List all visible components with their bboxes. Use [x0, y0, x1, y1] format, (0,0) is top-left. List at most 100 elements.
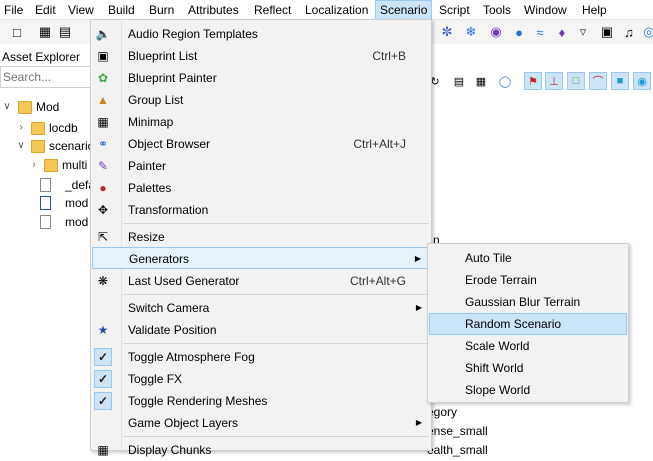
chevron-right-icon[interactable]: ›: [16, 118, 26, 138]
asset-search-input[interactable]: [0, 66, 92, 88]
menu-file[interactable]: File: [0, 0, 27, 20]
database-icon[interactable]: ◯: [496, 72, 514, 90]
menu-item-minimap[interactable]: ▦ Minimap: [92, 111, 430, 133]
resize-icon: ⇱: [97, 230, 109, 244]
menu-edit[interactable]: Edit: [31, 0, 60, 20]
submenu-arrow-icon: ▶: [415, 418, 422, 427]
tree-item-label: multi: [62, 158, 88, 172]
wave-icon[interactable]: ≈: [531, 23, 549, 41]
menu-item-audio-region-templates[interactable]: 🔈 Audio Region Templates: [92, 23, 430, 45]
overflow-icon[interactable]: ▿: [574, 23, 592, 41]
menu-view[interactable]: View: [64, 0, 98, 20]
submenu-item-gaussian-blur-terrain[interactable]: Gaussian Blur Terrain: [429, 291, 627, 313]
menu-item-shortcut: Ctrl+Alt+G: [349, 274, 406, 288]
scenario-menu: 🔈 Audio Region Templates ▣ Blueprint Lis…: [90, 19, 432, 457]
menu-item-toggle-atmosphere-fog[interactable]: ✓ Toggle Atmosphere Fog: [92, 346, 430, 368]
menu-item-group-list[interactable]: ▲ Group List: [92, 89, 430, 111]
chevron-right-icon[interactable]: ›: [29, 155, 39, 175]
menu-item-shortcut: Ctrl+B: [372, 49, 406, 63]
menu-attributes[interactable]: Attributes: [184, 0, 243, 20]
menu-reflect[interactable]: Reflect: [250, 0, 295, 20]
menu-item-label: Object Browser: [128, 137, 211, 151]
menu-scenario[interactable]: Scenario: [375, 0, 433, 20]
tree-item-label: scenario: [49, 139, 95, 153]
menu-item-resize[interactable]: ⇱ Resize: [92, 226, 430, 248]
group-icon: ▲: [97, 93, 109, 107]
menu-item-label: Switch Camera: [128, 301, 210, 315]
chevron-down-icon[interactable]: ∨: [16, 136, 26, 156]
submenu-item-auto-tile[interactable]: Auto Tile: [429, 247, 627, 269]
menu-separator: [123, 436, 429, 437]
globe-icon[interactable]: ◎: [640, 23, 653, 41]
axis-icon[interactable]: ⊥: [545, 72, 563, 90]
menu-item-object-browser[interactable]: ⚭ Object Browser Ctrl+Alt+J: [92, 133, 430, 155]
menu-item-validate-position[interactable]: ★ Validate Position: [92, 319, 430, 341]
background-list-item: ense_small: [427, 424, 488, 438]
shield-icon[interactable]: ◉: [487, 23, 505, 41]
brush-icon: ✎: [97, 159, 109, 173]
menu-item-transformation[interactable]: ✥ Transformation: [92, 199, 430, 221]
menu-separator: [123, 223, 429, 224]
menu-window[interactable]: Window: [520, 0, 571, 20]
menu-item-label: Transformation: [128, 203, 209, 217]
menu-script[interactable]: Script: [435, 0, 474, 20]
menu-item-blueprint-painter[interactable]: ✿ Blueprint Painter: [92, 67, 430, 89]
arc-icon[interactable]: ⌒: [589, 72, 607, 90]
save-as-icon[interactable]: ▦: [472, 72, 490, 90]
submenu-item-erode-terrain[interactable]: Erode Terrain: [429, 269, 627, 291]
menu-item-last-used-generator[interactable]: ❋ Last Used Generator Ctrl+Alt+G: [92, 270, 430, 292]
edit-file-icon: [40, 196, 51, 210]
wand-icon[interactable]: ✼: [438, 23, 456, 41]
submenu-item-slope-world[interactable]: Slope World: [429, 379, 627, 401]
submenu-item-random-scenario[interactable]: Random Scenario: [429, 313, 627, 335]
cube-outline-icon[interactable]: □: [567, 72, 585, 90]
binoculars-icon: ⚭: [97, 137, 109, 151]
eye-icon[interactable]: ◉: [633, 72, 651, 90]
chevron-down-icon[interactable]: ∨: [2, 97, 12, 117]
menu-item-label: Group List: [128, 93, 184, 107]
flag-icon[interactable]: ⚑: [524, 72, 542, 90]
grid-icon: ▦: [97, 443, 109, 457]
menu-item-game-object-layers[interactable]: Game Object Layers ▶: [92, 412, 430, 434]
menu-burn[interactable]: Burn: [145, 0, 178, 20]
menu-bar: File Edit View Build Burn Attributes Ref…: [0, 0, 653, 20]
screenshot-icon[interactable]: ▣: [598, 23, 616, 41]
cube-icon[interactable]: ■: [611, 72, 629, 90]
menu-item-label: Toggle Atmosphere Fog: [128, 350, 255, 364]
menu-separator: [123, 343, 429, 344]
window-icon[interactable]: □: [8, 23, 26, 41]
menu-item-generators[interactable]: Generators ▶: [92, 247, 430, 269]
menu-item-blueprint-list[interactable]: ▣ Blueprint List Ctrl+B: [92, 45, 430, 67]
menu-tools[interactable]: Tools: [479, 0, 515, 20]
validate-icon: ★: [97, 323, 109, 337]
drop-icon[interactable]: ●: [510, 23, 528, 41]
menu-item-display-chunks[interactable]: ▦ Display Chunks: [92, 439, 430, 461]
tree-item-label: mod: [65, 215, 89, 229]
menu-item-switch-camera[interactable]: Switch Camera ▶: [92, 297, 430, 319]
submenu-item-shift-world[interactable]: Shift World: [429, 357, 627, 379]
menu-item-label: Display Chunks: [128, 443, 212, 457]
folder-icon: [31, 140, 45, 153]
save-icon[interactable]: ▤: [450, 72, 468, 90]
menu-item-toggle-fx[interactable]: ✓ Toggle FX: [92, 368, 430, 390]
menu-localization[interactable]: Localization: [301, 0, 372, 20]
menu-help[interactable]: Help: [578, 0, 611, 20]
path-icon[interactable]: ♦: [553, 23, 571, 41]
tree-item-label: mod: [65, 196, 89, 210]
move-icon: ✥: [97, 203, 109, 217]
submenu-item-scale-world[interactable]: Scale World: [429, 335, 627, 357]
snowflake-icon[interactable]: ❄: [462, 23, 480, 41]
submenu-arrow-icon: ▶: [415, 303, 422, 312]
image-icon[interactable]: ▦: [36, 23, 54, 41]
menu-item-toggle-rendering-meshes[interactable]: ✓ Toggle Rendering Meshes: [92, 390, 430, 412]
sound-icon[interactable]: ♫: [620, 23, 638, 41]
editor-toolbar: ↻ ▤ ▦ ◯ ⚑ ⊥ □ ⌒ ■ ◉: [430, 71, 653, 93]
menu-item-palettes[interactable]: ● Palettes: [92, 177, 430, 199]
menu-item-label: Validate Position: [128, 323, 217, 337]
file-icon: [40, 215, 51, 229]
menu-item-label: Toggle FX: [128, 372, 183, 386]
document-icon[interactable]: ▤: [56, 23, 74, 41]
menu-build[interactable]: Build: [104, 0, 139, 20]
menu-item-label: Blueprint List: [128, 49, 198, 63]
menu-item-painter[interactable]: ✎ Painter: [92, 155, 430, 177]
